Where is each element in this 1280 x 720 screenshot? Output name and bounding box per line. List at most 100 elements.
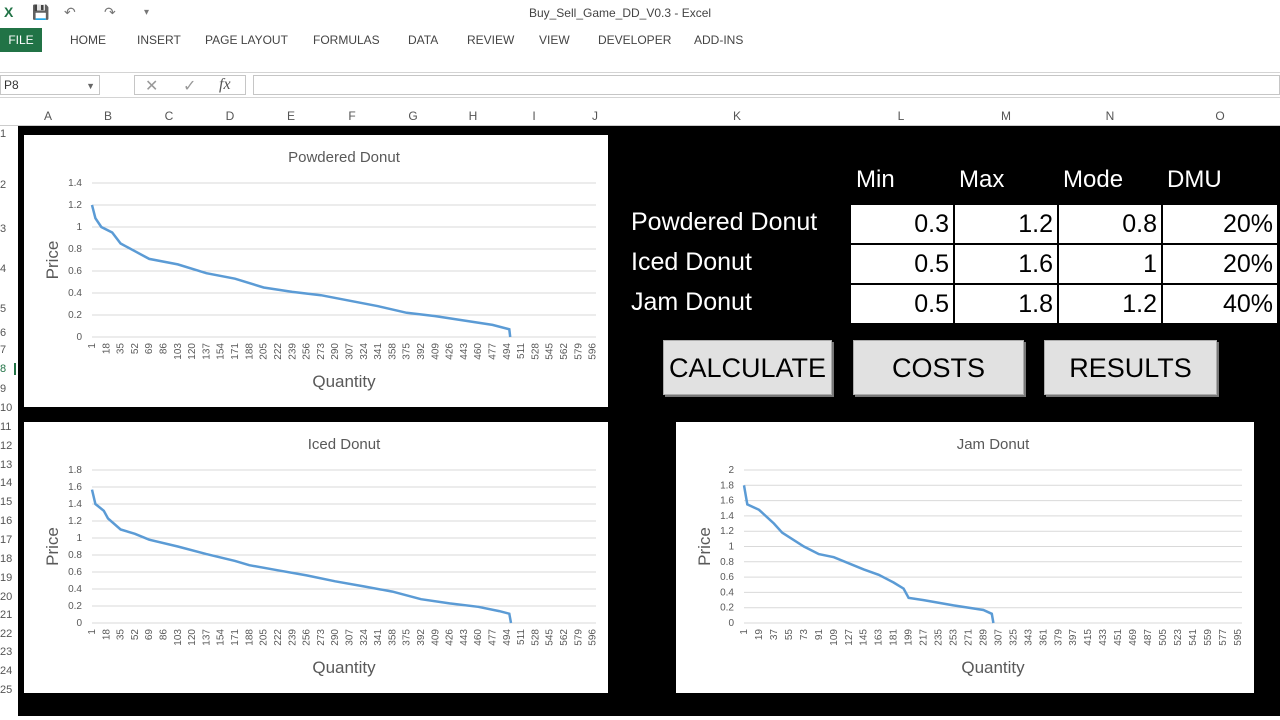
chart-iced-donut[interactable]: Iced Donut 0 0.2 0.4 0.6 0.8 1 1.2 1.4 1.6 1.8 1 18 3…	[24, 422, 608, 693]
row-header[interactable]: 10	[0, 402, 16, 414]
column-header[interactable]: N	[1106, 109, 1115, 123]
x-tick-label: 343	[1023, 629, 1034, 646]
column-header[interactable]: H	[469, 109, 478, 123]
chevron-down-icon[interactable]: ▼	[86, 77, 95, 95]
fx-icon[interactable]: fx	[219, 76, 231, 94]
column-header[interactable]: B	[104, 109, 112, 123]
table-cell[interactable]: 0.3	[851, 205, 953, 243]
column-header[interactable]: O	[1215, 109, 1224, 123]
x-tick-label: 528	[530, 343, 541, 360]
column-header[interactable]: C	[165, 109, 174, 123]
row-header[interactable]: 23	[0, 646, 16, 658]
cancel-icon[interactable]: ✕	[145, 76, 158, 96]
column-header[interactable]: K	[733, 109, 741, 123]
column-header[interactable]: J	[592, 109, 598, 123]
results-button[interactable]: RESULTS	[1044, 340, 1217, 395]
calculate-button[interactable]: CALCULATE	[663, 340, 832, 395]
y-tick-label: 0.4	[720, 587, 734, 598]
x-tick-label: 235	[934, 629, 945, 646]
x-tick-label: 73	[799, 629, 810, 641]
table-cell[interactable]: 1.8	[955, 285, 1057, 323]
column-header[interactable]: M	[1001, 109, 1011, 123]
row-header[interactable]: 15	[0, 496, 16, 508]
tab-insert[interactable]: INSERT	[137, 28, 181, 52]
row-header[interactable]: 6	[0, 327, 16, 339]
x-tick-label: 341	[373, 343, 384, 360]
name-box[interactable]: P8 ▼	[0, 75, 100, 95]
tab-formulas[interactable]: FORMULAS	[313, 28, 380, 52]
table-cell[interactable]: 1	[1059, 245, 1161, 283]
column-header[interactable]: G	[408, 109, 417, 123]
column-header[interactable]: A	[44, 109, 52, 123]
x-tick-label: 523	[1173, 629, 1184, 646]
tab-view[interactable]: VIEW	[539, 28, 570, 52]
row-header[interactable]: 20	[0, 591, 16, 603]
tab-data[interactable]: DATA	[408, 28, 438, 52]
x-tick-label: 1	[739, 629, 750, 635]
tab-developer[interactable]: DEVELOPER	[598, 28, 671, 52]
tab-page-layout[interactable]: PAGE LAYOUT	[205, 28, 288, 52]
column-headers: A B C D E F G H I J K L M N O	[0, 106, 1280, 126]
row-header[interactable]: 12	[0, 440, 16, 452]
table-cell[interactable]: 0.5	[851, 245, 953, 283]
tab-review[interactable]: REVIEW	[467, 28, 514, 52]
row-header[interactable]: 9	[0, 383, 16, 395]
chart-jam-donut[interactable]: Jam Donut 0 0.2 0.4 0.6 0.8 1 1.2 1.4 1.6 1.8 2 1 19 3…	[676, 422, 1254, 693]
row-header[interactable]: 22	[0, 628, 16, 640]
row-header[interactable]: 3	[0, 223, 16, 235]
table-cell[interactable]: 1.2	[955, 205, 1057, 243]
x-tick-label: 375	[402, 629, 413, 646]
chart-powdered-donut[interactable]: Powdered Donut 0 0.2 0.4 0.6 0.8 1 1.2 1.4 1 18 35 5…	[24, 135, 608, 407]
column-header[interactable]: D	[226, 109, 235, 123]
x-tick-label: 127	[844, 629, 855, 646]
enter-icon[interactable]: ✓	[183, 76, 196, 96]
tab-add-ins[interactable]: ADD-INS	[694, 28, 743, 52]
table-cell[interactable]: 0.8	[1059, 205, 1161, 243]
x-tick-label: 324	[359, 629, 370, 646]
chart-svg: Jam Donut 0 0.2 0.4 0.6 0.8 1 1.2 1.4 1.6 1.8 2 1 19 3…	[695, 436, 1244, 677]
y-tick-label: 1.4	[68, 178, 82, 189]
row-header[interactable]: 16	[0, 515, 16, 527]
table-header: Max	[959, 166, 1005, 193]
column-header[interactable]: E	[287, 109, 295, 123]
x-tick-label: 86	[159, 629, 170, 641]
x-tick-label: 392	[416, 343, 427, 360]
chart-title: Iced Donut	[308, 436, 381, 453]
table-cell[interactable]: 1.6	[955, 245, 1057, 283]
row-header[interactable]: 4	[0, 263, 16, 275]
row-header[interactable]: 5	[0, 303, 16, 315]
x-axis-label: Quantity	[961, 658, 1025, 677]
y-tick-label: 0.6	[68, 567, 82, 578]
x-tick-label: 154	[216, 343, 227, 360]
tab-file[interactable]: FILE	[0, 28, 42, 52]
table-cell[interactable]: 40%	[1163, 285, 1277, 323]
row-header[interactable]: 2	[0, 179, 16, 191]
column-header[interactable]: L	[898, 109, 905, 123]
x-tick-label: 487	[1143, 629, 1154, 646]
x-tick-label: 433	[1098, 629, 1109, 646]
tab-home[interactable]: HOME	[70, 28, 106, 52]
y-axis-label: Price	[43, 241, 62, 280]
table-cell[interactable]: 0.5	[851, 285, 953, 323]
table-cell[interactable]: 20%	[1163, 245, 1277, 283]
x-tick-label: 52	[130, 343, 141, 355]
row-header[interactable]: 11	[0, 421, 16, 433]
row-header[interactable]: 7	[0, 344, 16, 356]
column-header[interactable]: F	[348, 109, 355, 123]
row-header[interactable]: 21	[0, 609, 16, 621]
table-cell[interactable]: 20%	[1163, 205, 1277, 243]
row-header[interactable]: 14	[0, 477, 16, 489]
row-header[interactable]: 8	[0, 363, 16, 375]
table-cell[interactable]: 1.2	[1059, 285, 1161, 323]
row-header[interactable]: 13	[0, 459, 16, 471]
row-header[interactable]: 19	[0, 572, 16, 584]
column-header[interactable]: I	[532, 109, 535, 123]
row-header[interactable]: 1	[0, 128, 16, 140]
x-tick-label: 460	[473, 343, 484, 360]
formula-input[interactable]	[253, 75, 1280, 95]
row-header[interactable]: 17	[0, 534, 16, 546]
costs-button[interactable]: COSTS	[853, 340, 1024, 395]
row-header[interactable]: 24	[0, 665, 16, 677]
row-header[interactable]: 18	[0, 553, 16, 565]
row-header[interactable]: 25	[0, 684, 16, 696]
